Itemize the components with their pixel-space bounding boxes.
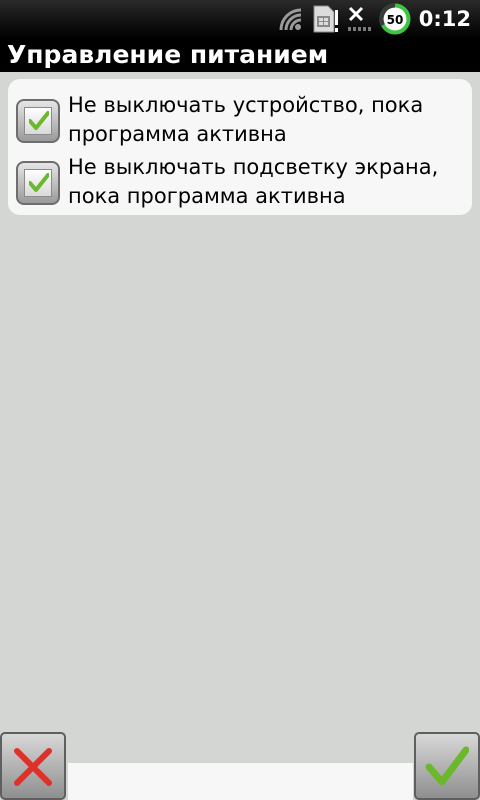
no-signal-icon xyxy=(347,6,371,31)
options-panel: Не выключать устройство, пока программа … xyxy=(8,79,472,215)
bottom-bar xyxy=(0,732,480,800)
bottom-strip xyxy=(68,763,413,800)
status-icons: 50 0:12 xyxy=(277,0,480,38)
checkmark-icon xyxy=(425,746,469,786)
settings-content: Не выключать устройство, пока программа … xyxy=(0,72,480,732)
cancel-button[interactable] xyxy=(0,732,66,800)
option-keep-device-awake[interactable]: Не выключать устройство, пока программа … xyxy=(8,90,472,152)
status-bar: 50 0:12 xyxy=(0,0,480,38)
clock: 0:12 xyxy=(418,7,471,31)
battery-icon: 50 xyxy=(379,3,411,35)
ok-button[interactable] xyxy=(414,732,480,800)
title-bar: Управление питанием xyxy=(0,38,480,72)
option-keep-backlight-on[interactable]: Не выключать подсветку экрана, пока прог… xyxy=(8,152,472,214)
battery-level: 50 xyxy=(386,13,403,27)
checkmark-icon xyxy=(29,111,49,130)
option-label: Не выключать устройство, пока программа … xyxy=(68,93,424,146)
page-title: Управление питанием xyxy=(7,40,329,69)
close-icon xyxy=(14,748,52,786)
sim-card-icon xyxy=(313,5,338,33)
wifi-icon xyxy=(279,8,301,31)
option-label: Не выключать подсветку экрана, пока прог… xyxy=(68,155,439,208)
keep-backlight-on-checkbox[interactable] xyxy=(16,161,60,205)
keep-device-awake-checkbox[interactable] xyxy=(16,99,60,143)
checkmark-icon xyxy=(29,173,49,192)
